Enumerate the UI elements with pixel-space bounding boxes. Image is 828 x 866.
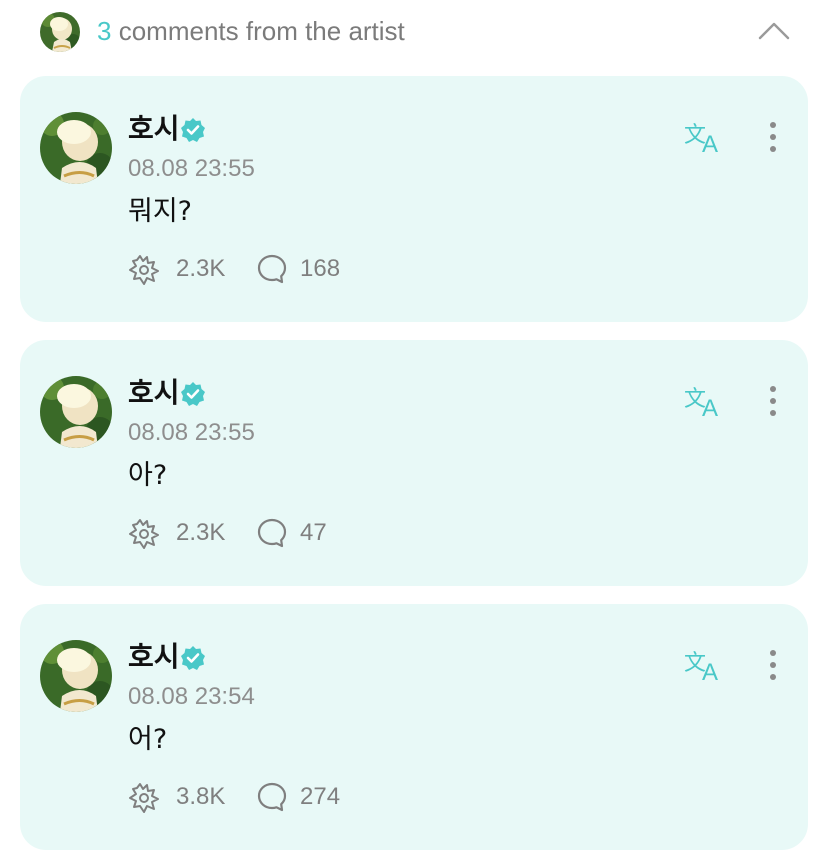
comments-title: 3 comments from the artist [97, 14, 405, 48]
artist-avatar[interactable] [40, 112, 112, 184]
reply-count: 168 [300, 255, 341, 282]
more-options-icon[interactable] [764, 120, 782, 156]
comment-text: 아? [128, 460, 168, 491]
author-name[interactable]: 호시 [128, 376, 180, 410]
comment-card: 호시 08.08 23:55 아? 2.3K 47 文 A [20, 340, 808, 586]
verified-icon [180, 645, 206, 671]
translate-icon[interactable]: 文 A [684, 648, 728, 686]
artist-avatar[interactable] [40, 376, 112, 448]
translate-icon[interactable]: 文 A [684, 120, 728, 158]
reply-icon[interactable] [256, 781, 288, 813]
verified-icon [180, 117, 206, 143]
reply-icon[interactable] [256, 517, 288, 549]
comment-card: 호시 08.08 23:55 뭐지? 2.3K 168 文 A [20, 76, 808, 322]
like-count: 3.8K [176, 783, 226, 810]
comment-timestamp: 08.08 23:55 [128, 155, 255, 182]
like-icon[interactable] [128, 780, 162, 814]
comments-header: 3 comments from the artist [0, 0, 828, 64]
svg-text:A: A [702, 395, 718, 420]
comment-text: 뭐지? [128, 196, 193, 227]
like-icon[interactable] [128, 516, 162, 550]
author-name[interactable]: 호시 [128, 112, 180, 146]
translate-icon[interactable]: 文 A [684, 384, 728, 422]
artist-avatar[interactable] [40, 12, 80, 52]
artist-avatar[interactable] [40, 640, 112, 712]
reply-count: 47 [300, 519, 327, 546]
comment-card: 호시 08.08 23:54 어? 3.8K 274 文 A [20, 604, 808, 850]
comment-text: 어? [128, 724, 168, 755]
more-options-icon[interactable] [764, 648, 782, 684]
comment-timestamp: 08.08 23:54 [128, 683, 255, 710]
like-count: 2.3K [176, 519, 226, 546]
like-icon[interactable] [128, 252, 162, 286]
svg-text:A: A [702, 131, 718, 156]
like-count: 2.3K [176, 255, 226, 282]
chevron-up-icon[interactable] [756, 16, 792, 46]
svg-text:A: A [702, 659, 718, 684]
reply-count: 274 [300, 783, 341, 810]
comment-timestamp: 08.08 23:55 [128, 419, 255, 446]
more-options-icon[interactable] [764, 384, 782, 420]
author-name[interactable]: 호시 [128, 640, 180, 674]
verified-icon [180, 381, 206, 407]
comments-title-text: comments from the artist [118, 16, 405, 46]
comment-count: 3 [97, 16, 112, 46]
reply-icon[interactable] [256, 253, 288, 285]
